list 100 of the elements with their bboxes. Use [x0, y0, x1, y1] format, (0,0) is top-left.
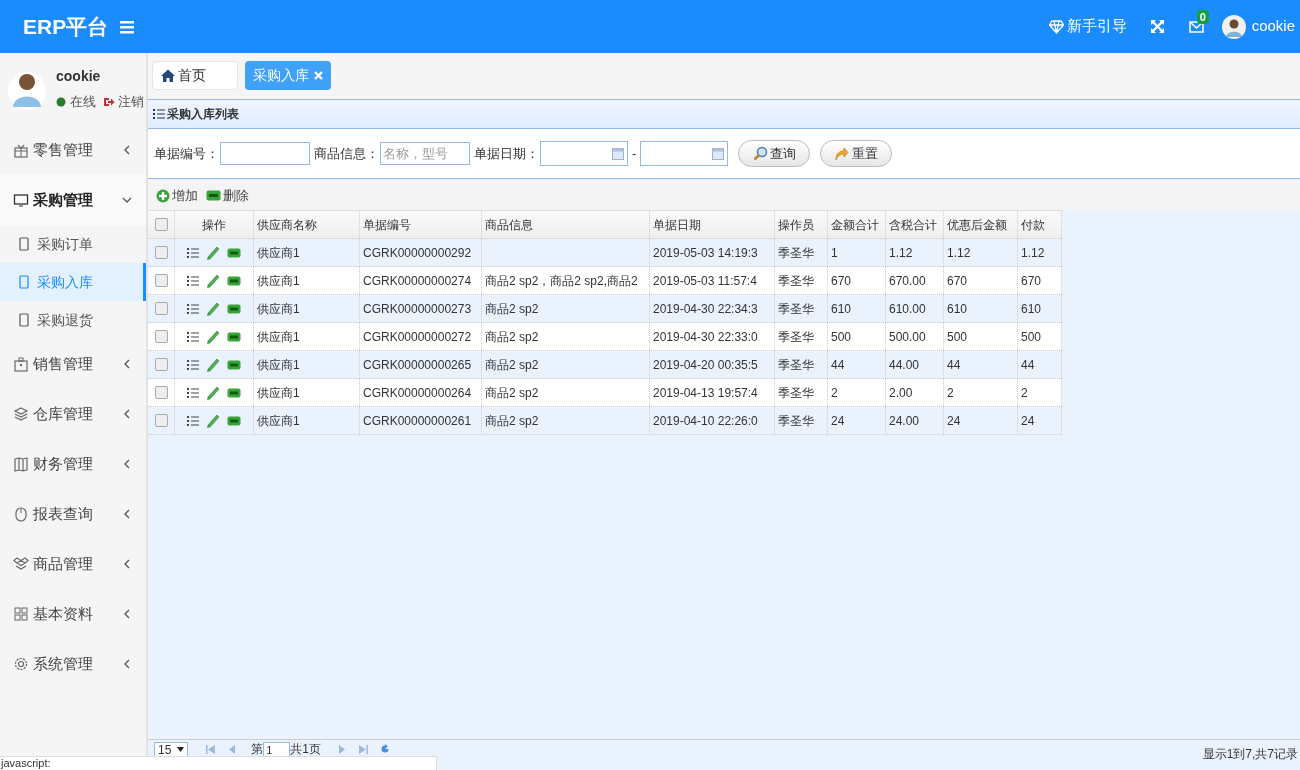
- phone-icon: [19, 275, 29, 289]
- minus-icon[interactable]: [227, 359, 241, 370]
- table-cell-text: 2019-04-30 22:34:3: [653, 300, 758, 318]
- table-cell-text: 季圣华: [778, 272, 814, 290]
- fullscreen-icon[interactable]: [1150, 20, 1164, 33]
- list-icon[interactable]: [187, 330, 199, 343]
- minus-icon[interactable]: [227, 247, 241, 258]
- minus-icon[interactable]: [227, 387, 241, 398]
- sidebar-item[interactable]: 报表查询: [0, 489, 146, 539]
- table-cell-text: 610: [947, 300, 968, 318]
- column-header[interactable]: 供应商名称: [254, 211, 360, 238]
- list-icon[interactable]: [187, 302, 199, 315]
- table-cell-text: 季圣华: [778, 300, 814, 318]
- phone-icon: [19, 313, 29, 327]
- pencil-icon[interactable]: [207, 301, 219, 316]
- date-field[interactable]: [640, 141, 729, 166]
- query-button[interactable]: 查询: [738, 140, 811, 167]
- pencil-icon[interactable]: [207, 357, 219, 372]
- pencil-icon[interactable]: [207, 385, 219, 400]
- logout-icon[interactable]: [103, 96, 115, 108]
- column-header[interactable]: 操作: [175, 211, 254, 238]
- minus-icon[interactable]: [227, 331, 241, 342]
- row-checkbox[interactable]: [154, 246, 168, 259]
- table-cell-text: 2019-04-10 22:26:0: [653, 412, 758, 430]
- last-page-icon[interactable]: [359, 745, 369, 754]
- pencil-icon[interactable]: [207, 329, 219, 344]
- prev-page-icon[interactable]: [229, 745, 236, 754]
- sidebar-item[interactable]: 商品管理: [0, 539, 146, 589]
- menu-icon[interactable]: [120, 19, 135, 34]
- sidebar-item[interactable]: 财务管理: [0, 439, 146, 489]
- table-cell-text: 610.00: [889, 300, 926, 318]
- page-tab[interactable]: 首页: [152, 61, 238, 90]
- table-cell-text: 1.12: [1021, 244, 1045, 262]
- column-header[interactable]: 商品信息: [482, 211, 650, 238]
- table-cell-text: 44: [831, 356, 845, 374]
- sidebar-item[interactable]: 基本资料: [0, 589, 146, 639]
- field-label: 单据编号：: [154, 144, 219, 163]
- home-icon: [161, 69, 175, 82]
- logout-link[interactable]: 注销: [118, 92, 144, 112]
- close-icon[interactable]: [314, 71, 323, 80]
- diamond-icon: [1048, 19, 1064, 34]
- row-checkbox[interactable]: [154, 414, 168, 427]
- avatar-icon[interactable]: [1221, 14, 1246, 39]
- add-button[interactable]: 增加: [156, 185, 198, 206]
- reset-button[interactable]: 重置: [820, 140, 893, 167]
- table-cell-text: 670.00: [889, 272, 926, 290]
- submenu-item[interactable]: 采购退货: [0, 301, 146, 339]
- list-icon[interactable]: [187, 274, 199, 287]
- minus-icon[interactable]: [227, 275, 241, 286]
- column-header[interactable]: 付款: [1018, 211, 1062, 238]
- pencil-icon[interactable]: [207, 413, 219, 428]
- row-checkbox[interactable]: [154, 330, 168, 343]
- row-checkbox[interactable]: [154, 358, 168, 371]
- column-header[interactable]: 含税合计: [886, 211, 944, 238]
- next-page-icon[interactable]: [339, 745, 346, 754]
- mail-icon[interactable]: [1188, 19, 1204, 33]
- date-field[interactable]: [540, 141, 628, 166]
- book-icon: [13, 456, 29, 472]
- input-field[interactable]: 名称，型号: [380, 142, 470, 165]
- sidebar-item[interactable]: 采购管理: [0, 175, 146, 225]
- calendar-icon: [612, 147, 624, 160]
- table-cell-text: 2: [1021, 384, 1028, 402]
- table-cell-text: 500: [831, 328, 852, 346]
- chevron-left-icon: [122, 509, 132, 519]
- table-cell-text: 供应商1: [257, 272, 300, 290]
- minus-icon[interactable]: [227, 303, 241, 314]
- column-header[interactable]: 金额合计: [828, 211, 886, 238]
- row-checkbox[interactable]: [154, 274, 168, 287]
- list-icon[interactable]: [187, 358, 199, 371]
- submenu-item[interactable]: 采购订单: [0, 225, 146, 263]
- sidebar-item[interactable]: 仓库管理: [0, 389, 146, 439]
- pencil-icon[interactable]: [207, 245, 219, 260]
- column-header[interactable]: 单据编号: [360, 211, 482, 238]
- page-total: 共1页: [290, 742, 322, 757]
- sidebar-item[interactable]: 零售管理: [0, 125, 146, 175]
- table-cell-text: CGRK00000000264: [363, 384, 472, 402]
- sidebar-item[interactable]: 系统管理: [0, 639, 146, 689]
- table-cell-text: 670: [1021, 272, 1042, 290]
- first-page-icon[interactable]: [206, 745, 216, 754]
- column-header[interactable]: 操作员: [775, 211, 828, 238]
- table-cell-text: 2019-05-03 11:57:4: [653, 272, 757, 290]
- refresh-icon[interactable]: [380, 744, 391, 754]
- list-icon[interactable]: [187, 246, 199, 259]
- sidebar-item[interactable]: 销售管理: [0, 339, 146, 389]
- row-checkbox[interactable]: [154, 386, 168, 399]
- select-all-checkbox[interactable]: [154, 218, 168, 231]
- briefcase-icon: [13, 356, 29, 372]
- delete-button[interactable]: 删除: [206, 185, 249, 206]
- column-header[interactable]: 单据日期: [650, 211, 775, 238]
- row-checkbox[interactable]: [154, 302, 168, 315]
- column-header[interactable]: 优惠后金额: [944, 211, 1018, 238]
- list-icon[interactable]: [187, 386, 199, 399]
- pencil-icon[interactable]: [207, 273, 219, 288]
- minus-icon[interactable]: [227, 415, 241, 426]
- input-field[interactable]: [220, 142, 310, 165]
- minus-icon: [206, 190, 221, 201]
- list-icon[interactable]: [187, 414, 199, 427]
- status-popup: javascript:: [0, 756, 437, 770]
- table-cell-text: 2019-04-20 00:35:5: [653, 356, 758, 374]
- layers-icon: [13, 406, 29, 422]
